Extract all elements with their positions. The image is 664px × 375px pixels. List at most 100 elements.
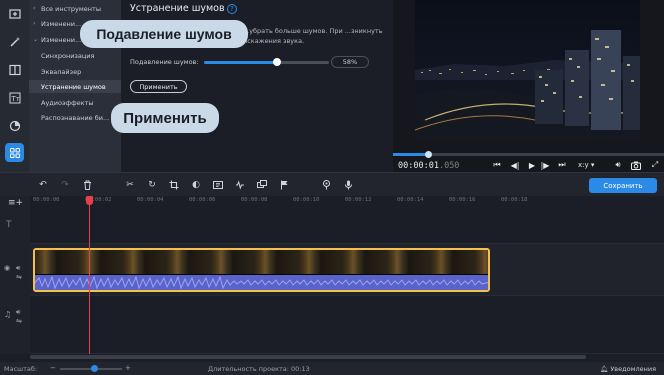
noise-slider-label: Подавление шумов: xyxy=(130,58,199,66)
tool-item-noise-removal[interactable]: Устранение шумов xyxy=(29,80,121,93)
video-track-lock-icon[interactable]: ⇋ xyxy=(16,273,22,281)
magic-wand-icon[interactable] xyxy=(5,32,24,51)
ruler-tick-label: 00:00:08 xyxy=(241,197,268,203)
ruler-tick-label: 00:00:06 xyxy=(189,197,216,203)
aspect-ratio-value: x:y xyxy=(578,161,589,169)
pin-icon[interactable] xyxy=(320,179,332,191)
camera-icon[interactable] xyxy=(631,160,641,170)
tool-item-audio-effects[interactable]: Аудиоэффекты xyxy=(29,96,121,109)
all-tools-link[interactable]: ‹ Все инструменты xyxy=(29,2,121,15)
video-clip[interactable] xyxy=(33,248,490,292)
microphone-icon[interactable] xyxy=(342,179,354,191)
tool-item-sync[interactable]: Синхронизация xyxy=(29,49,121,62)
zoom-slider[interactable] xyxy=(60,365,122,372)
section-audio-label: Изменени... xyxy=(41,35,82,44)
playback-progress-fill xyxy=(393,153,429,156)
video-editor-window: Tт ‹ Все инструменты › Изменени... ⌄ Изм… xyxy=(0,0,664,375)
ruler-tick-label: 00:00:18 xyxy=(501,197,528,203)
page-title: Устранение шумов xyxy=(130,3,225,14)
add-track-icon[interactable]: ≡+ xyxy=(8,198,23,208)
rotate-icon[interactable]: ↻ xyxy=(146,179,158,191)
export-button[interactable]: Сохранить xyxy=(589,178,657,193)
trash-icon[interactable] xyxy=(81,179,93,191)
titles-icon[interactable]: Tт xyxy=(5,88,24,107)
video-preview xyxy=(415,0,640,141)
zoom-out-icon[interactable]: − xyxy=(50,364,56,372)
timeline-ruler[interactable]: 00:00:00 00:00:02 00:00:04 00:00:06 00:00:08… xyxy=(30,196,664,208)
zoom-in-icon[interactable]: + xyxy=(125,364,131,372)
tool-item-label: Эквалайзер xyxy=(41,67,82,76)
timeline-scrollbar[interactable] xyxy=(30,355,586,359)
volume-icon[interactable]: 🔊︎ xyxy=(613,160,623,170)
cut-icon[interactable]: ✂ xyxy=(124,179,136,191)
redo-icon[interactable]: ↷ xyxy=(59,179,71,191)
zoom-slider-handle[interactable] xyxy=(91,365,99,372)
clip-audio-waveform xyxy=(35,275,488,290)
audio-properties-icon[interactable] xyxy=(234,179,246,191)
notifications-button[interactable]: 🔔︎ Уведомления xyxy=(600,365,656,373)
svg-text:Tт: Tт xyxy=(10,95,19,103)
chevron-right-icon: › xyxy=(33,20,36,27)
aspect-ratio-select[interactable]: x:y ▾ xyxy=(578,161,594,169)
tool-item-speech-recognition[interactable]: Распознавание би... xyxy=(29,111,121,124)
timecode-ms: .050 xyxy=(438,161,460,171)
tool-item-equalizer[interactable]: Эквалайзер xyxy=(29,65,121,78)
insert-icon[interactable] xyxy=(256,179,268,191)
playback-scrubber-handle[interactable] xyxy=(425,151,433,158)
undo-icon[interactable]: ↶ xyxy=(37,179,49,191)
music-track-lock-icon[interactable]: ⇋ xyxy=(16,317,22,325)
timeline-toolbar: ↶ ↷ ✂ ↻ ◐ Сохранить xyxy=(0,172,664,196)
color-adjust-icon[interactable]: ◐ xyxy=(190,179,202,191)
fullscreen-icon[interactable]: ⤢ xyxy=(650,160,660,170)
timecode: 00:00:01.050 xyxy=(398,161,459,171)
status-bar: Масштаб: − + Длительность проекта: 00:13… xyxy=(0,362,664,375)
playhead-handle[interactable] xyxy=(86,196,93,205)
next-frame-icon[interactable]: |▶ xyxy=(540,160,550,170)
apply-button[interactable]: Применить xyxy=(130,80,187,93)
noise-slider-fill xyxy=(204,61,277,64)
noise-slider-handle[interactable] xyxy=(272,58,281,66)
play-icon[interactable]: ▶ xyxy=(527,160,537,170)
settings-description: ...убрать больше шумов. При ...зникнуть … xyxy=(243,27,383,45)
prev-frame-icon[interactable]: ◀| xyxy=(510,160,520,170)
ruler-tick-label: 00:00:16 xyxy=(449,197,476,203)
tool-rail: Tт xyxy=(0,0,29,172)
crop-icon[interactable] xyxy=(168,179,180,191)
bell-icon: 🔔︎ xyxy=(600,365,609,373)
preview-panel: 00:00:01.050 ⏮ ◀| ▶ |▶ ⏭ x:y ▾ 🔊︎ ⤢ xyxy=(393,0,664,172)
playback-scrubber[interactable] xyxy=(393,151,664,158)
noise-slider-value[interactable]: 58% xyxy=(331,56,369,68)
ruler-tick-label: 00:00:12 xyxy=(345,197,372,203)
tool-item-label: Аудиоэффекты xyxy=(41,98,94,107)
notifications-label: Уведомления xyxy=(610,365,657,373)
import-icon[interactable] xyxy=(5,4,24,23)
chevron-left-icon: ‹ xyxy=(33,5,36,12)
tool-item-label: Устранение шумов xyxy=(41,82,106,91)
prev-clip-icon[interactable]: ⏮ xyxy=(492,160,502,170)
help-icon[interactable]: ? xyxy=(227,4,237,14)
more-tools-icon[interactable] xyxy=(5,143,24,162)
track-headers: ≡+ T ◉ 🔊︎ ⇋ ♫ 🔊︎ ⇋ xyxy=(0,196,30,354)
section-video-label: Изменени... xyxy=(41,19,82,28)
chevron-down-icon: ⌄ xyxy=(33,36,39,43)
video-track-visibility-icon[interactable]: ◉ xyxy=(4,264,10,272)
clip-properties-icon[interactable] xyxy=(212,179,224,191)
video-track-mute-icon[interactable]: 🔊︎ xyxy=(16,264,20,273)
next-clip-icon[interactable]: ⏭ xyxy=(557,160,567,170)
music-track xyxy=(30,296,664,354)
tooltip-apply: Применить xyxy=(111,103,219,133)
playhead-line[interactable] xyxy=(89,196,90,354)
music-track-mute-icon[interactable]: 🔊︎ xyxy=(16,308,20,317)
stickers-icon[interactable] xyxy=(5,116,24,135)
marker-flag-icon[interactable] xyxy=(278,179,290,191)
noise-slider[interactable] xyxy=(204,58,329,66)
timeline-tracks xyxy=(30,208,664,354)
tool-item-label: Синхронизация xyxy=(41,51,95,60)
music-track-icon: ♫ xyxy=(4,310,12,319)
tool-item-label: Распознавание би... xyxy=(41,113,110,122)
project-duration: Длительность проекта: 00:13 xyxy=(208,365,310,373)
ruler-tick-label: 00:00:00 xyxy=(33,197,60,203)
ruler-tick-label: 00:00:04 xyxy=(137,197,164,203)
transitions-icon[interactable] xyxy=(5,60,24,79)
timecode-main: 00:00:01 xyxy=(398,161,439,171)
